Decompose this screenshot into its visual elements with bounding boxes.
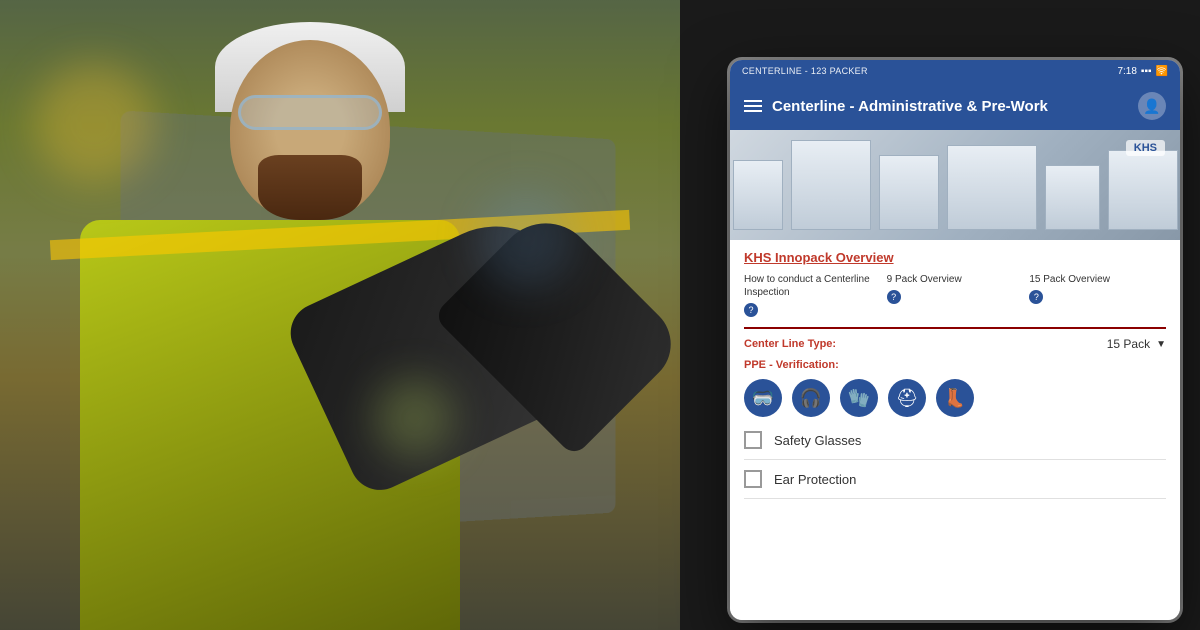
dropdown-arrow-icon: ▼ — [1156, 339, 1166, 350]
content-area[interactable]: KHS Innopack Overview How to conduct a C… — [730, 240, 1180, 620]
sub-link-item-2: 9 Pack Overview ? — [887, 273, 1024, 317]
machine-image-section: KHS — [730, 130, 1180, 240]
section-divider — [744, 327, 1166, 329]
sub-links-row: How to conduct a Centerline Inspection ?… — [744, 273, 1166, 317]
bokeh-light-2 — [374, 378, 454, 458]
sub-link-badge-1[interactable]: ? — [744, 303, 758, 317]
machine-unit-2 — [791, 140, 871, 230]
centerline-type-text: 15 Pack — [1107, 337, 1150, 351]
header-title: Centerline - Administrative & Pre-Work — [772, 98, 1048, 115]
hamburger-menu-icon[interactable] — [744, 100, 762, 112]
hard-hat-icon: ⛑ — [896, 388, 919, 409]
ear-protection-icon: 🎧 — [800, 388, 822, 409]
centerline-type-value[interactable]: 15 Pack ▼ — [1107, 337, 1166, 351]
avatar[interactable]: 👤 — [1138, 92, 1166, 120]
machine-unit-5 — [1045, 165, 1100, 230]
sub-link-badge-3[interactable]: ? — [1029, 290, 1043, 304]
sub-link-text-3[interactable]: 15 Pack Overview — [1029, 273, 1110, 286]
bokeh-light-3 — [476, 189, 576, 289]
sub-link-badge-2[interactable]: ? — [887, 290, 901, 304]
machine-unit-3 — [879, 155, 939, 230]
machine-unit-4 — [947, 145, 1037, 230]
background-photo — [0, 0, 680, 630]
signal-icon: ▪▪▪ — [1141, 66, 1152, 77]
status-bar: CENTERLINE - 123 PACKER 7:18 ▪▪▪ 🛜 — [730, 60, 1180, 82]
sub-link-item-1: How to conduct a Centerline Inspection ? — [744, 273, 881, 317]
ppe-label: PPE - Verification: — [744, 359, 1166, 371]
checkbox-safety-glasses[interactable] — [744, 431, 762, 449]
bokeh-light-1 — [34, 63, 154, 183]
ppe-icon-hard-hat: ⛑ — [888, 379, 926, 417]
worker-beard — [258, 155, 362, 220]
safety-boots-icon: 👢 — [944, 388, 966, 409]
checklist-item-2: Ear Protection — [744, 470, 1166, 499]
ppe-icon-ear-protection: 🎧 — [792, 379, 830, 417]
gloves-icon: 🧤 — [848, 388, 870, 409]
checklist-item-1: Safety Glasses — [744, 431, 1166, 460]
worker-glasses — [238, 95, 382, 130]
machine-img-content — [730, 130, 1180, 240]
status-bar-time: 7:18 — [1117, 66, 1136, 77]
tablet-mockup: CENTERLINE - 123 PACKER 7:18 ▪▪▪ 🛜 Cente… — [730, 60, 1180, 620]
wifi-icon: 🛜 — [1156, 66, 1168, 77]
khs-innopack-link[interactable]: KHS Innopack Overview — [744, 250, 1166, 265]
status-bar-device-name: CENTERLINE - 123 PACKER — [742, 66, 868, 76]
machine-unit-6 — [1108, 150, 1178, 230]
status-bar-right: 7:18 ▪▪▪ 🛜 — [1117, 66, 1168, 77]
checklist-label-2: Ear Protection — [774, 472, 856, 487]
app-header: Centerline - Administrative & Pre-Work 👤 — [730, 82, 1180, 130]
ppe-icon-safety-boots: 👢 — [936, 379, 974, 417]
header-left: Centerline - Administrative & Pre-Work — [744, 98, 1048, 115]
sub-link-text-2[interactable]: 9 Pack Overview — [887, 273, 962, 286]
sub-link-text-1[interactable]: How to conduct a Centerline Inspection — [744, 273, 881, 299]
ppe-icons-row: 🥽 🎧 🧤 ⛑ 👢 — [744, 379, 1166, 417]
checkbox-ear-protection[interactable] — [744, 470, 762, 488]
centerline-type-label: Center Line Type: — [744, 338, 836, 350]
machine-unit-1 — [733, 160, 783, 230]
ppe-icon-gloves: 🧤 — [840, 379, 878, 417]
sub-link-item-3: 15 Pack Overview ? — [1029, 273, 1166, 317]
checklist-label-1: Safety Glasses — [774, 433, 861, 448]
safety-glasses-icon: 🥽 — [752, 388, 774, 409]
machine-illustration — [733, 140, 1178, 230]
ppe-icon-safety-glasses: 🥽 — [744, 379, 782, 417]
machine-logo: KHS — [1126, 140, 1165, 156]
avatar-icon: 👤 — [1143, 98, 1160, 115]
centerline-type-row: Center Line Type: 15 Pack ▼ — [744, 337, 1166, 351]
